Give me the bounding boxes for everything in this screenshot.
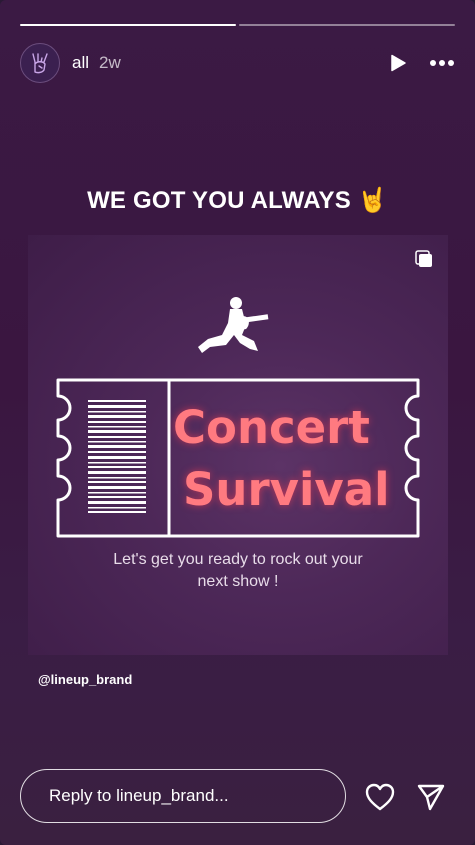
headline-text: WE GOT YOU ALWAYS: [87, 187, 351, 214]
more-icon[interactable]: [429, 59, 455, 67]
post-image[interactable]: Concert Survival Let's get you ready to …: [28, 235, 448, 655]
multi-image-icon: [415, 250, 432, 267]
reply-input[interactable]: [47, 785, 331, 807]
brand-handle[interactable]: @lineup_brand: [38, 672, 132, 687]
tagline-line-2: next show !: [197, 573, 279, 590]
title-line-2: Survival: [183, 463, 390, 516]
title-line-1: Concert: [173, 401, 370, 454]
post-tagline: Let's get you ready to rock out your nex…: [88, 549, 388, 593]
guitarist-silhouette-icon: [198, 297, 269, 353]
story-controls: [389, 54, 455, 72]
reply-box[interactable]: [20, 769, 346, 823]
play-icon[interactable]: [389, 54, 407, 72]
story-timestamp: 2w: [99, 53, 121, 72]
rock-hand-logo-icon: [32, 53, 48, 74]
rock-hand-emoji: 🤘: [357, 187, 388, 214]
progress-segment: [239, 24, 455, 26]
story-progress: [20, 24, 455, 26]
tagline-line-1: Let's get you ready to rock out your: [113, 551, 363, 568]
story-viewer: all 2w WE GOT YOU ALWAYS 🤘 Concert Survi…: [0, 0, 475, 845]
progress-segment: [20, 24, 236, 26]
story-header: all 2w: [20, 43, 455, 83]
story-username[interactable]: all: [72, 53, 89, 73]
story-headline: WE GOT YOU ALWAYS 🤘: [0, 186, 475, 215]
send-icon[interactable]: [416, 782, 446, 812]
heart-icon[interactable]: [364, 782, 396, 812]
avatar[interactable]: [20, 43, 60, 83]
